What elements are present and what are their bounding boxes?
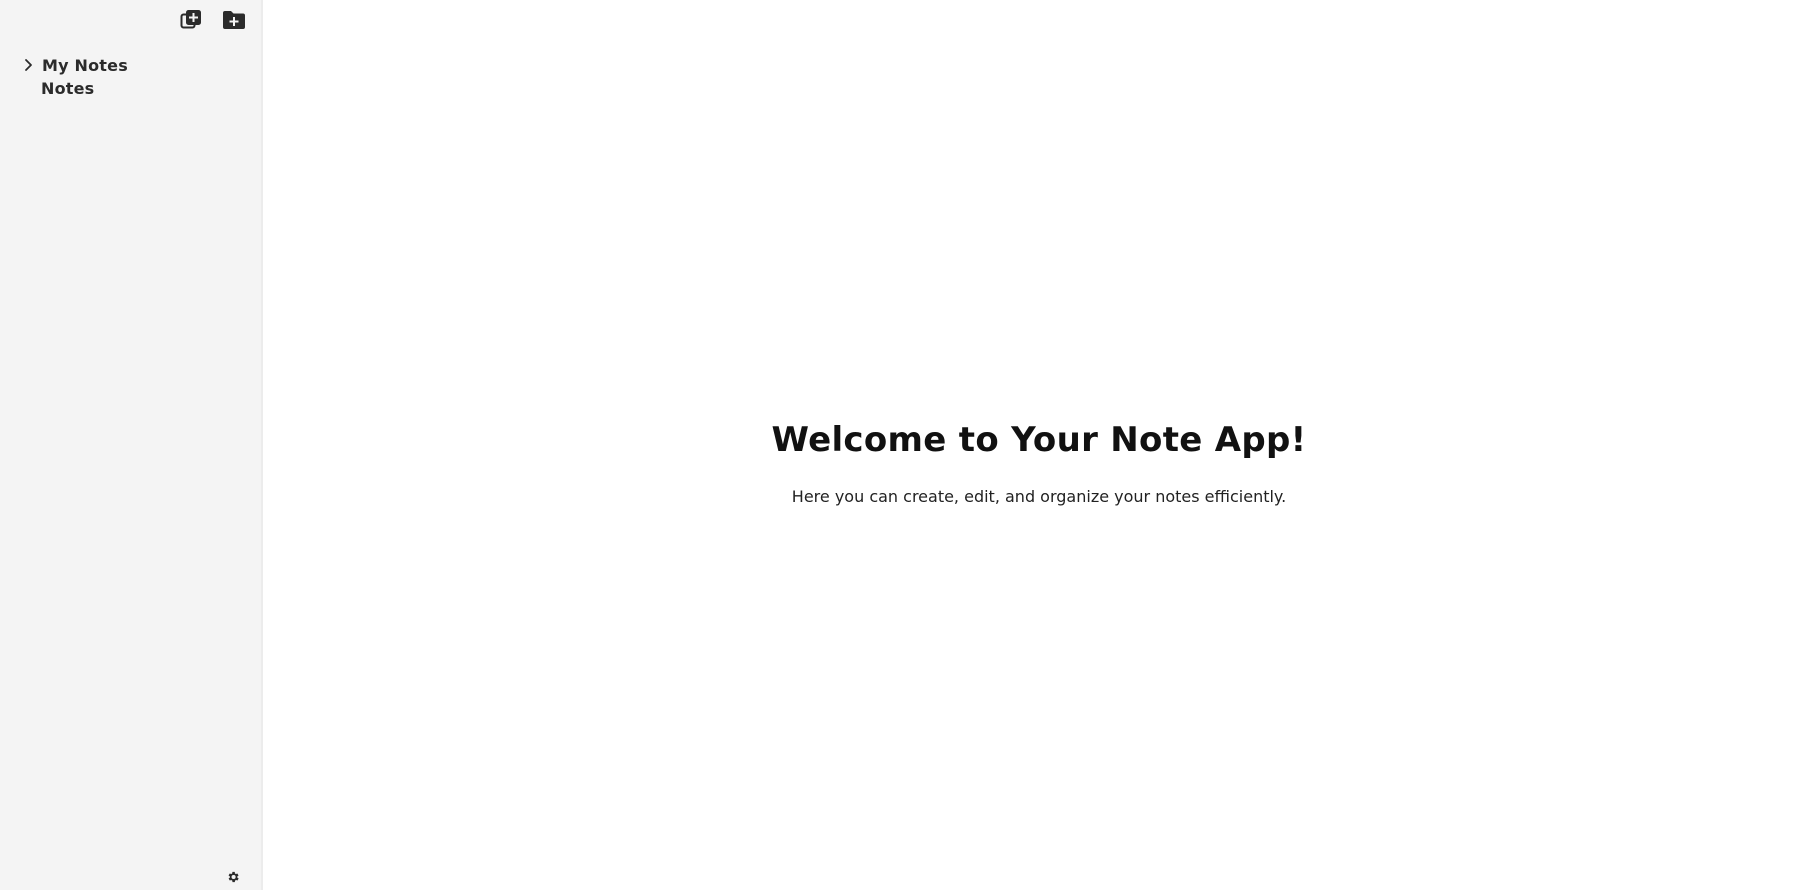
new-folder-button[interactable]: [221, 7, 247, 33]
welcome-title: Welcome to Your Note App!: [771, 420, 1307, 460]
folder-my-notes[interactable]: My Notes: [0, 52, 261, 78]
note-app: My Notes Notes Welcome to Your Note App!…: [0, 0, 1811, 890]
gear-icon: [226, 869, 240, 888]
new-note-button[interactable]: [178, 7, 204, 33]
main-content: Welcome to Your Note App! Here you can c…: [263, 0, 1811, 890]
welcome-subtitle: Here you can create, edit, and organize …: [791, 487, 1287, 506]
note-label: Notes: [41, 79, 95, 98]
sidebar: My Notes Notes: [0, 0, 263, 890]
chevron-right-icon[interactable]: [23, 58, 35, 72]
new-folder-icon: [222, 10, 246, 30]
settings-button[interactable]: [224, 869, 242, 887]
new-note-icon: [180, 9, 202, 31]
note-item-notes[interactable]: Notes: [0, 78, 261, 106]
notes-tree: My Notes Notes: [0, 52, 261, 106]
folder-label: My Notes: [42, 55, 128, 75]
